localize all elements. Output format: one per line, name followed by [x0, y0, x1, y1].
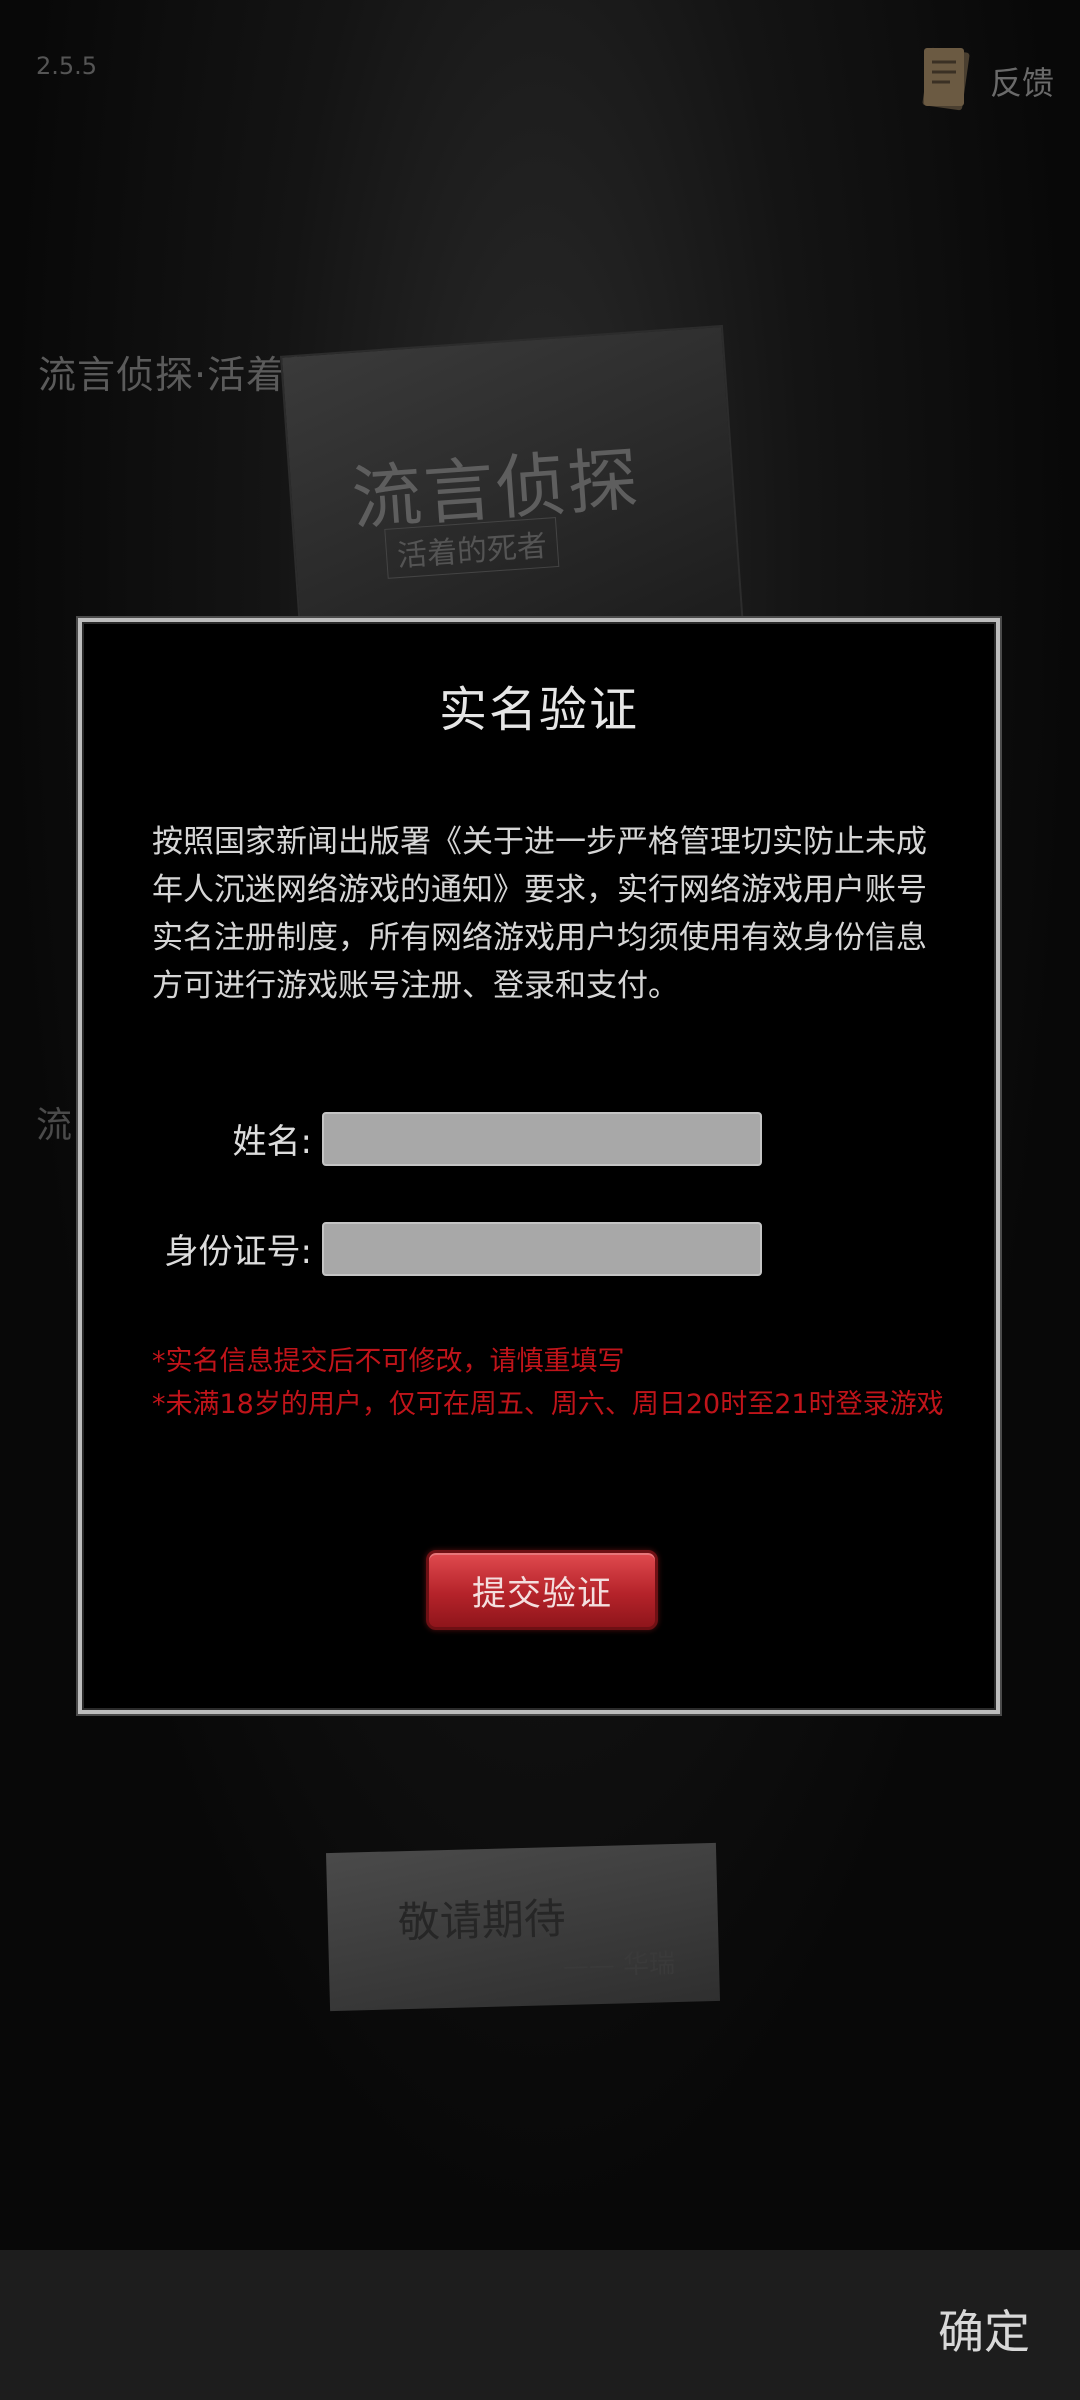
submit-verification-button[interactable]: 提交验证 — [426, 1550, 658, 1630]
book-cover: 流言侦探 活着的死者 — [279, 324, 745, 660]
id-number-input[interactable] — [322, 1222, 762, 1276]
bottom-bar: 确定 — [0, 2250, 1080, 2400]
real-name-dialog: 实名验证 按照国家新闻出版署《关于进一步严格管理切实防止未成年人沉迷网络游戏的通… — [78, 618, 1000, 1714]
policy-notice: 按照国家新闻出版署《关于进一步严格管理切实防止未成年人沉迷网络游戏的通知》要求，… — [152, 824, 927, 1004]
document-icon — [920, 46, 976, 116]
book-subtitle: 活着的死者 — [384, 517, 560, 579]
confirm-button[interactable]: 确定 — [938, 2296, 1030, 2362]
dialog-title: 实名验证 — [438, 682, 639, 738]
feedback-button[interactable]: 反馈 — [920, 46, 1054, 116]
coming-soon-card: 敬请期待 —— 华瑞 — [325, 1842, 721, 2012]
game-title-partial: 流 — [36, 1105, 73, 1146]
coming-soon-signature: —— 华瑞 — [562, 1949, 676, 1982]
coming-soon-text: 敬请期待 — [397, 1893, 567, 1948]
name-label: 姓名: — [232, 1122, 312, 1162]
warning-minor-hours: *未满18岁的用户，仅可在周五、周六、周日20时至21时登录游戏 — [152, 1389, 944, 1420]
feedback-label: 反馈 — [989, 64, 1054, 102]
version-label: 2.5.5 — [36, 52, 98, 80]
name-input[interactable] — [322, 1112, 762, 1166]
id-number-label: 身份证号: — [164, 1232, 312, 1272]
warning-no-modify: *实名信息提交后不可修改，请慎重填写 — [152, 1346, 625, 1377]
